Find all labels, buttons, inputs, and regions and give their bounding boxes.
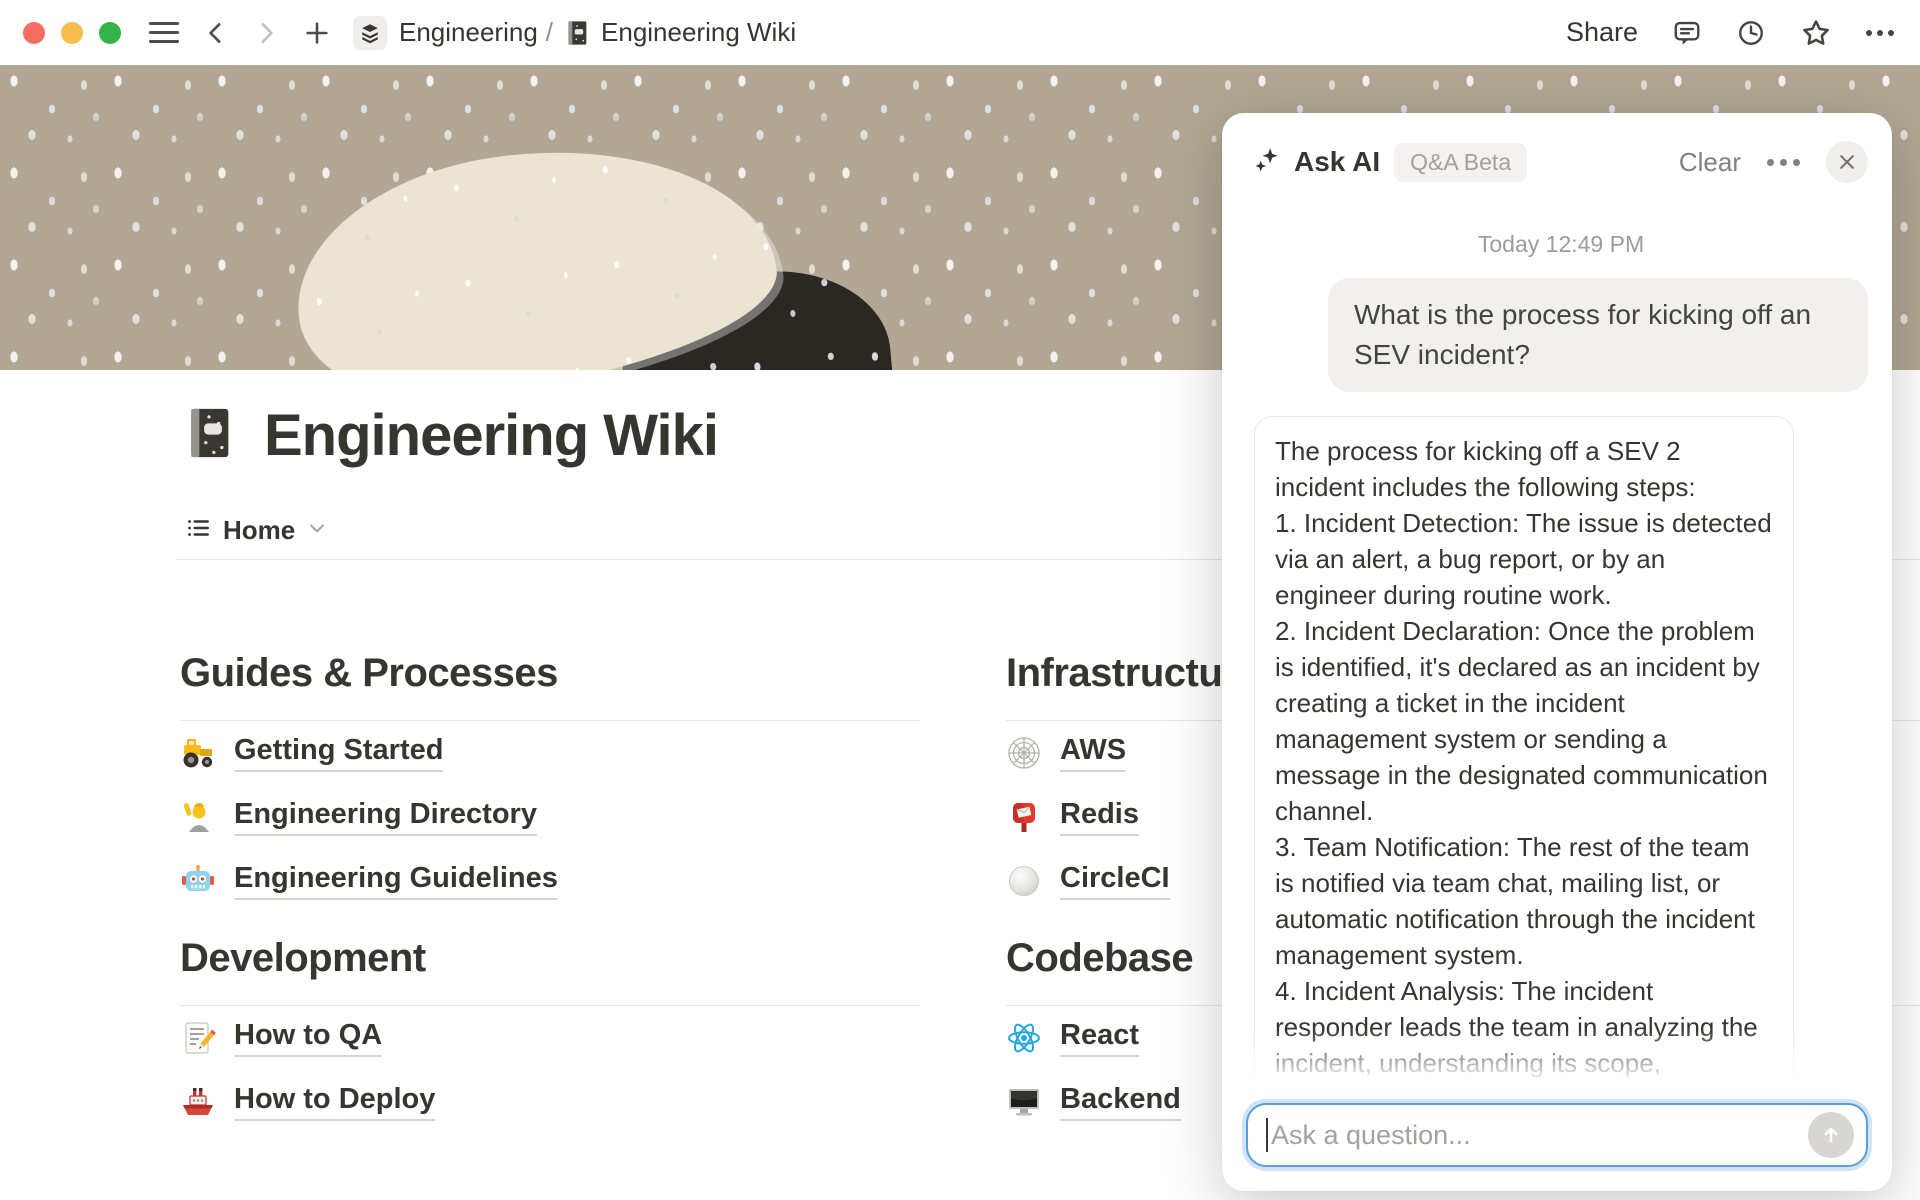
breadcrumb-workspace[interactable]: Engineering <box>399 17 538 48</box>
send-button[interactable] <box>1808 1112 1854 1158</box>
ask-question-input[interactable] <box>1271 1120 1808 1151</box>
history-clock-icon[interactable] <box>1736 18 1766 48</box>
notebook-icon <box>563 19 591 47</box>
close-icon <box>1837 152 1857 172</box>
ask-ai-header: Ask AI Q&A Beta Clear <box>1222 113 1892 195</box>
notebook-icon[interactable] <box>180 404 238 467</box>
more-options-icon[interactable] <box>1866 30 1894 36</box>
white-circle-icon <box>1006 863 1042 899</box>
user-question-bubble: What is the process for kicking off an S… <box>1328 278 1868 392</box>
section-heading: Development <box>180 935 920 981</box>
memo-pencil-icon <box>180 1020 216 1056</box>
ask-ai-chat-area: Today 12:49 PM What is the process for k… <box>1222 195 1892 1093</box>
ai-answer-text: The process for kicking off a SEV 2 inci… <box>1275 433 1773 1093</box>
clear-button[interactable]: Clear <box>1679 147 1741 178</box>
panel-more-options-icon[interactable] <box>1767 159 1800 166</box>
sparkle-icon <box>1252 145 1282 180</box>
traffic-light-minimize[interactable] <box>61 22 83 44</box>
section-heading: Guides & Processes <box>180 650 920 696</box>
qa-beta-badge: Q&A Beta <box>1394 143 1527 182</box>
breadcrumb-separator: / <box>546 17 553 48</box>
wiki-link-label: Getting Started <box>234 734 443 772</box>
cover-cream-fabric-patch <box>282 125 787 370</box>
ask-ai-input-row <box>1222 1093 1892 1191</box>
forward-icon[interactable] <box>253 20 279 46</box>
breadcrumb-page[interactable]: Engineering Wiki <box>601 17 796 48</box>
menu-icon[interactable] <box>149 22 179 43</box>
person-raising-hand-icon <box>180 799 216 835</box>
wiki-link-label: Engineering Directory <box>234 798 537 836</box>
traffic-light-close[interactable] <box>23 22 45 44</box>
wiki-link-label: Backend <box>1060 1083 1181 1121</box>
wiki-link-label: How to QA <box>234 1019 382 1057</box>
workspace-layers-icon[interactable] <box>353 16 387 50</box>
wiki-link-engineering-guidelines[interactable]: Engineering Guidelines <box>180 849 920 913</box>
wiki-link-engineering-directory[interactable]: Engineering Directory <box>180 785 920 849</box>
tab-home-label: Home <box>223 515 295 546</box>
section-development: Development How to QA How to Deploy <box>180 935 920 1134</box>
section-guides-processes: Guides & Processes Getting Started Engin… <box>180 650 920 913</box>
arrow-up-icon <box>1819 1123 1843 1147</box>
wiki-link-how-to-deploy[interactable]: How to Deploy <box>180 1070 920 1134</box>
comment-icon[interactable] <box>1672 18 1702 48</box>
favorite-star-icon[interactable] <box>1800 17 1832 49</box>
list-view-icon <box>185 515 211 546</box>
share-button[interactable]: Share <box>1566 17 1638 48</box>
wiki-link-label: CircleCI <box>1060 862 1170 900</box>
chevron-down-icon <box>307 518 327 543</box>
chat-timestamp: Today 12:49 PM <box>1254 231 1868 258</box>
wiki-link-label: Redis <box>1060 798 1139 836</box>
monitor-icon <box>1006 1084 1042 1120</box>
wiki-link-how-to-qa[interactable]: How to QA <box>180 1006 920 1070</box>
ask-question-box[interactable] <box>1246 1103 1868 1167</box>
robot-icon <box>180 863 216 899</box>
breadcrumb: Engineering / Engineering Wiki <box>399 17 796 48</box>
close-button[interactable] <box>1826 141 1868 183</box>
ai-answer-card: The process for kicking off a SEV 2 inci… <box>1254 416 1794 1093</box>
wiki-link-getting-started[interactable]: Getting Started <box>180 721 920 785</box>
back-icon[interactable] <box>203 20 229 46</box>
postbox-icon <box>1006 799 1042 835</box>
tractor-icon <box>180 735 216 771</box>
plus-icon[interactable] <box>303 19 331 47</box>
wiki-link-label: How to Deploy <box>234 1083 435 1121</box>
text-caret <box>1266 1118 1268 1152</box>
window-toolbar: Engineering / Engineering Wiki Share <box>0 0 1920 65</box>
wiki-link-label: Engineering Guidelines <box>234 862 558 900</box>
ship-icon <box>180 1084 216 1120</box>
spider-web-icon <box>1006 735 1042 771</box>
page-title: Engineering Wiki <box>264 402 718 469</box>
react-atom-icon <box>1006 1020 1042 1056</box>
wiki-link-label: React <box>1060 1019 1139 1057</box>
wiki-link-label: AWS <box>1060 734 1126 772</box>
traffic-light-zoom[interactable] <box>99 22 121 44</box>
ask-ai-panel: Ask AI Q&A Beta Clear Today 12:49 PM Wha… <box>1222 113 1892 1191</box>
ask-ai-title: Ask AI <box>1294 146 1380 178</box>
